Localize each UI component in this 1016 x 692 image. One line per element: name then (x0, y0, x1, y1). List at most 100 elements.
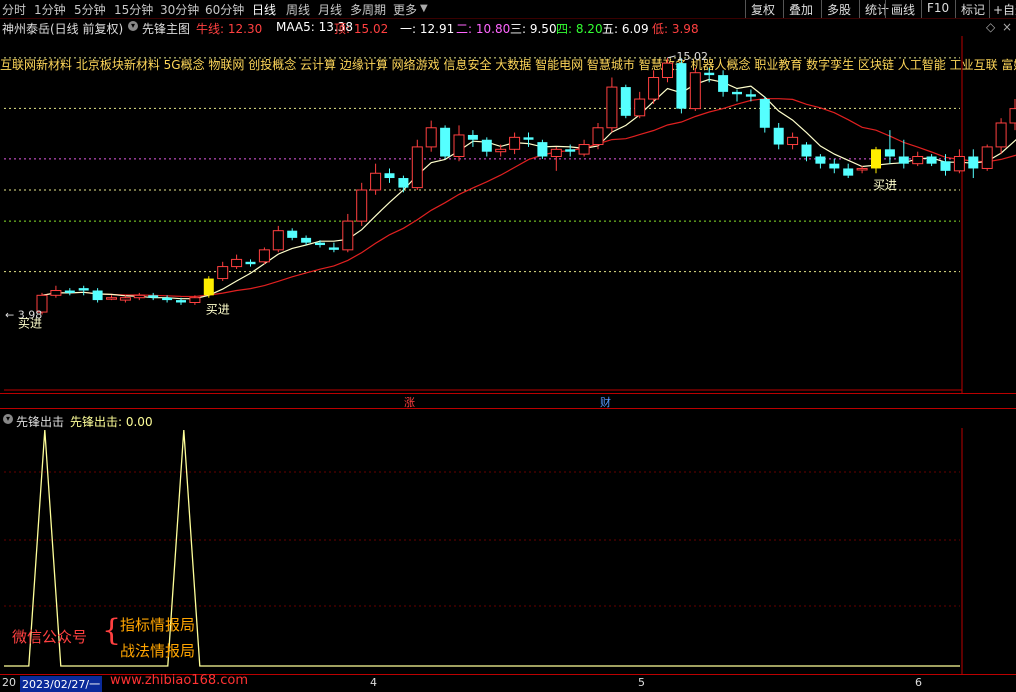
candle-body (871, 149, 881, 169)
main-indicator-name[interactable]: 先锋主图 (142, 20, 190, 37)
candle-body (648, 77, 660, 100)
mark-button[interactable]: 标记 (955, 0, 989, 18)
candle-body (64, 290, 75, 293)
chevron-down-icon[interactable]: ▾ (3, 414, 13, 424)
candle-body (384, 173, 395, 179)
candle (50, 285, 62, 298)
candle (815, 154, 826, 169)
maa5-line (41, 78, 1016, 300)
candle (425, 120, 437, 152)
candle-body (370, 172, 382, 191)
period-tab-timeshare[interactable]: 分时 (2, 1, 26, 18)
candle (203, 276, 214, 298)
draw-line-button[interactable]: 画线 (885, 0, 921, 18)
candle-body (92, 290, 103, 301)
candle (1009, 99, 1016, 131)
zhang-marker[interactable]: 涨 (404, 394, 415, 410)
watermark-top: 指标情报局 (120, 616, 196, 634)
candle (912, 151, 924, 167)
candle-body (272, 230, 284, 251)
candle-body (217, 266, 229, 280)
candle-body (453, 134, 465, 157)
candle-body (592, 127, 604, 146)
period-tab-more[interactable]: 更多 (393, 1, 417, 18)
fuquan-button[interactable]: 复权 (745, 0, 783, 18)
candle (342, 213, 354, 253)
period-tab-30min[interactable]: 30分钟 (160, 1, 199, 18)
candle-body (829, 163, 840, 169)
candle-body (203, 278, 214, 296)
multi-stock-button[interactable]: 多股 (821, 0, 859, 18)
candle (732, 89, 742, 102)
candle-body (537, 142, 548, 157)
level-three-value: 三: 9.50 (510, 22, 557, 36)
period-tab-monthly[interactable]: 月线 (318, 1, 342, 18)
candle-body (995, 122, 1007, 148)
candle (676, 58, 687, 114)
period-tab-60min[interactable]: 60分钟 (205, 1, 244, 18)
candle-body (106, 297, 117, 300)
candle (245, 259, 256, 267)
f10-button[interactable]: F10 (921, 0, 955, 18)
chevron-down-icon[interactable]: ▾ (128, 21, 138, 31)
main-chart[interactable]: 15.02← 3.98 买进买进买进 (0, 36, 1016, 393)
candle-body (315, 242, 325, 246)
niu-line-value: 牛线: 12.30 (196, 22, 263, 36)
candle (258, 247, 270, 265)
candle (856, 166, 868, 174)
candle-body (258, 249, 270, 263)
candle (384, 168, 395, 183)
candle (620, 84, 631, 119)
period-toolbar: 分时 1分钟 5分钟 15分钟 30分钟 60分钟 日线 周线 月线 多周期 更… (0, 0, 1016, 19)
month-label-5: 5 (638, 676, 645, 689)
candle (411, 139, 423, 190)
overlay-button[interactable]: 叠加 (783, 0, 821, 18)
candle-body (440, 127, 451, 157)
watermark-wechat: 微信公众号 (12, 628, 88, 646)
candle-body (467, 134, 478, 140)
candle-body (481, 139, 492, 152)
niu-line (41, 98, 1016, 298)
period-tab-5min[interactable]: 5分钟 (74, 1, 106, 18)
candle-body (620, 87, 631, 116)
candle-body (745, 94, 756, 97)
candle (467, 130, 478, 147)
period-tab-multi[interactable]: 多周期 (350, 1, 386, 18)
candle (995, 118, 1007, 155)
diamond-icon[interactable]: ◇ (986, 20, 995, 34)
candle-body (162, 297, 173, 301)
sub-chart[interactable] (0, 428, 1016, 674)
close-icon[interactable]: × (1002, 20, 1012, 34)
candle-body (133, 294, 145, 299)
candle (606, 77, 618, 133)
candle-body (148, 295, 159, 298)
period-tab-15min[interactable]: 15分钟 (114, 1, 153, 18)
period-tab-weekly[interactable]: 周线 (286, 1, 310, 18)
candle-body (843, 168, 854, 176)
candle-body (940, 161, 951, 171)
cai-marker[interactable]: 财 (600, 394, 611, 410)
candle-body (398, 178, 409, 188)
add-watchlist-button[interactable]: +自选 (989, 0, 1016, 18)
candle-body (634, 98, 646, 117)
candle (689, 67, 701, 112)
candle (718, 70, 729, 97)
candle-body (328, 247, 339, 250)
candle (953, 149, 965, 174)
candle (92, 288, 103, 303)
period-tab-daily[interactable]: 日线 (252, 1, 276, 18)
candle (231, 254, 243, 269)
month-label-4: 4 (370, 676, 377, 689)
candle-body (176, 300, 186, 303)
candle (356, 182, 368, 226)
chevron-down-icon[interactable]: ▼ (420, 3, 428, 14)
candle-body (968, 156, 979, 169)
candle-body (301, 237, 312, 243)
buy-signal-label-0: 买进 (206, 303, 230, 317)
watermark-bottom: 战法情报局 (120, 642, 196, 660)
candle-body (676, 63, 687, 109)
candle-body (50, 290, 62, 296)
candle (773, 122, 784, 150)
period-tab-1min[interactable]: 1分钟 (34, 1, 66, 18)
candle-body (856, 167, 868, 171)
